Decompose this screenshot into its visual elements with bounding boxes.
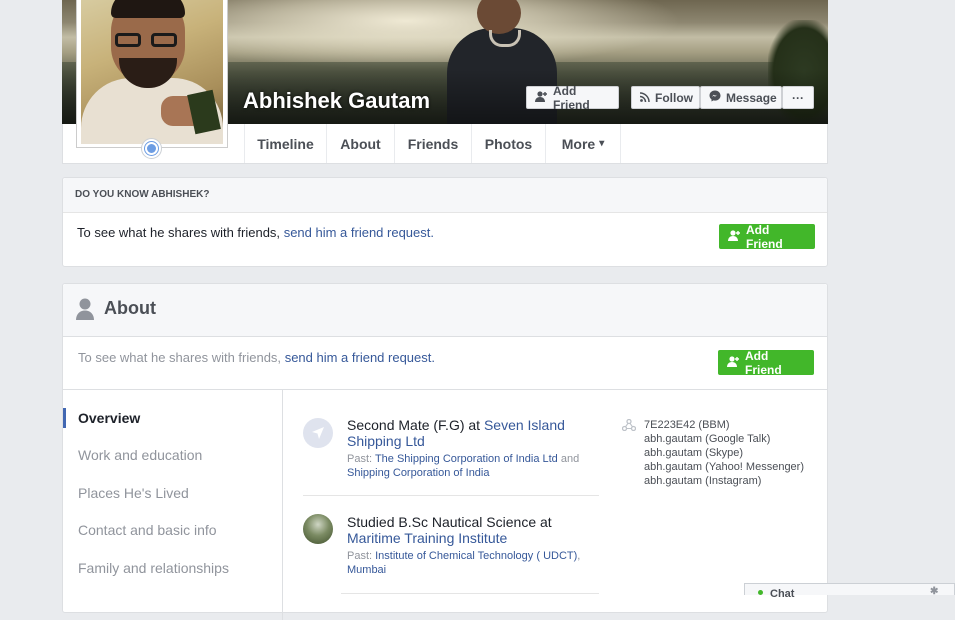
about-section-nav: Overview Work and education Places He's … [63, 390, 283, 620]
about-nav-overview[interactable]: Overview [78, 410, 140, 426]
chat-label: Chat [770, 588, 795, 600]
education-title: Studied B.Sc Nautical Science at Maritim… [347, 514, 552, 546]
tab-friends[interactable]: Friends [395, 124, 472, 163]
about-nav-family[interactable]: Family and relationships [78, 560, 229, 576]
add-friend-button[interactable]: Add Friend [526, 83, 619, 112]
person-icon [76, 298, 94, 325]
entry-divider [341, 593, 599, 594]
know-card-text: To see what he shares with friends, [77, 225, 281, 240]
profile-picture-frame[interactable] [76, 0, 228, 148]
rss-icon [639, 91, 650, 105]
contact-bbm: 7E223E42 (BBM) [644, 419, 730, 431]
send-friend-request-link[interactable]: send him a friend request. [284, 225, 434, 240]
know-card-add-friend-button[interactable]: Add Friend [719, 222, 815, 251]
follow-label: Follow [655, 90, 693, 105]
about-send-friend-request-link[interactable]: send him a friend request. [285, 350, 435, 365]
school-photo-icon [303, 514, 333, 544]
message-button[interactable]: Message [700, 86, 782, 109]
school-link[interactable]: Maritime Training Institute [347, 530, 507, 546]
education-entry: Studied B.Sc Nautical Science at Maritim… [347, 514, 607, 577]
contact-instagram: abh.gautam (Instagram) [644, 475, 762, 487]
know-card-text-line: To see what he shares with friends, send… [77, 225, 434, 240]
chat-bar[interactable]: Chat ✱ [744, 583, 955, 600]
add-friend-label: Add Friend [553, 83, 590, 112]
message-label: Message [726, 90, 777, 105]
online-status-icon [758, 590, 763, 595]
past-school-location-link[interactable]: Mumbai [347, 564, 386, 576]
location-badge-icon [141, 138, 162, 159]
work-past: Past: The Shipping Corporation of India … [347, 453, 580, 479]
tab-about[interactable]: About [327, 124, 395, 163]
more-dots-icon: ··· [792, 90, 804, 105]
about-card-text: To see what he shares with friends, [78, 350, 282, 365]
add-friend-label: Add Friend [746, 222, 783, 251]
add-friend-icon [728, 229, 741, 244]
profile-picture[interactable] [81, 0, 223, 144]
about-card-text-line: To see what he shares with friends, send… [78, 350, 435, 365]
gear-icon[interactable]: ✱ [930, 586, 938, 597]
about-nav-work-education[interactable]: Work and education [78, 447, 202, 463]
tab-more-label: More [561, 135, 596, 152]
contact-yahoo: abh.gautam (Yahoo! Messenger) [644, 461, 804, 473]
do-you-know-header: DO YOU KNOW ABHISHEK? [75, 189, 210, 200]
contact-list: 7E223E42 (BBM) abh.gautam (Google Talk) … [644, 418, 804, 488]
contact-skype: abh.gautam (Skype) [644, 447, 744, 459]
about-card: About To see what he shares with friends… [62, 283, 828, 620]
profile-name[interactable]: Abhishek Gautam [243, 88, 430, 114]
work-title: Second Mate (F.G) at Seven Island Shippi… [347, 417, 565, 449]
follow-button[interactable]: Follow [631, 86, 700, 109]
tab-photos[interactable]: Photos [472, 124, 546, 163]
do-you-know-card: DO YOU KNOW ABHISHEK? To see what he sha… [62, 177, 828, 267]
work-briefcase-icon [303, 418, 333, 448]
tab-timeline[interactable]: Timeline [244, 124, 327, 163]
contact-google-talk: abh.gautam (Google Talk) [644, 433, 771, 445]
add-friend-icon [727, 355, 740, 370]
work-entry: Second Mate (F.G) at Seven Island Shippi… [347, 417, 603, 480]
about-add-friend-button[interactable]: Add Friend [718, 348, 814, 377]
tab-more[interactable]: More ▾ [546, 124, 621, 163]
active-indicator [63, 408, 66, 428]
past-school-link[interactable]: Institute of Chemical Technology ( UDCT) [375, 550, 577, 562]
chevron-down-icon: ▾ [599, 138, 605, 149]
past-employer-link-2[interactable]: Shipping Corporation of India [347, 467, 489, 479]
add-friend-label: Add Friend [745, 348, 782, 377]
network-icon [621, 418, 637, 436]
about-nav-places-lived[interactable]: Places He's Lived [78, 485, 189, 501]
entry-divider [303, 495, 599, 496]
past-employer-link-1[interactable]: The Shipping Corporation of India Ltd [375, 453, 558, 465]
education-past: Past: Institute of Chemical Technology (… [347, 550, 581, 576]
about-nav-contact-info[interactable]: Contact and basic info [78, 522, 217, 538]
about-title: About [104, 298, 156, 318]
more-options-button[interactable]: ··· [782, 86, 814, 109]
messenger-icon [709, 90, 721, 105]
add-friend-icon [535, 90, 548, 105]
